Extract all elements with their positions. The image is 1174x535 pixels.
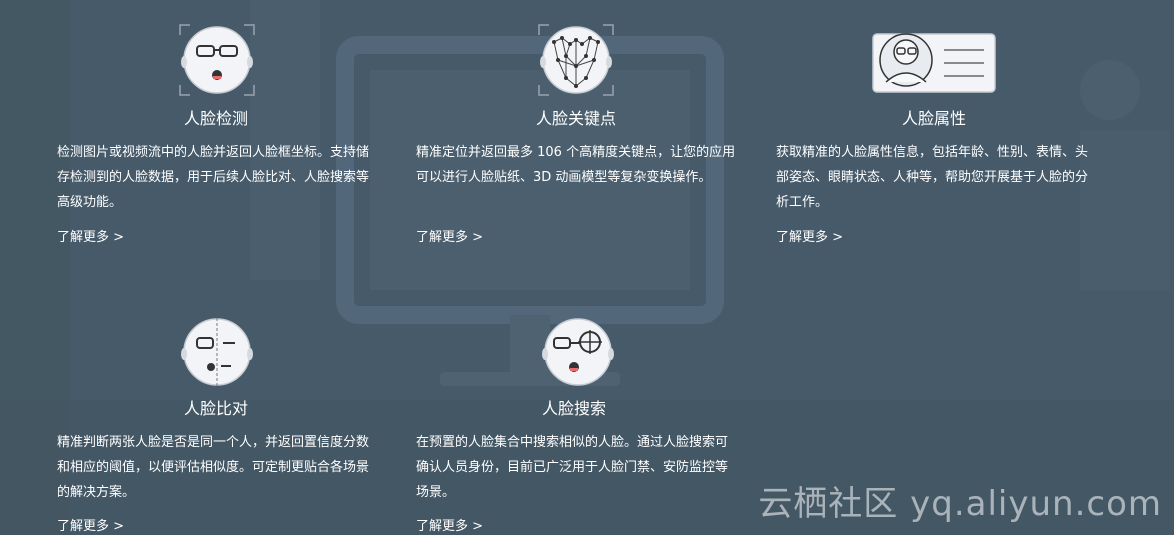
feature-card-face-compare: 人脸比对 精准判断两张人脸是否是同一个人，并返回置信度分数和相应的阈值，以便评估…: [57, 290, 377, 535]
learn-more-link[interactable]: 了解更多 >: [416, 226, 483, 245]
face-keypoints-icon: [536, 20, 616, 110]
feature-description: 检测图片或视频流中的人脸并返回人脸框坐标。支持储存检测到的人脸数据，用于后续人脸…: [57, 145, 370, 210]
face-compare-icon: [177, 312, 257, 402]
feature-card-face-keypoints: 人脸关键点 精准定位并返回最多 106 个高精度关键点，让您的应用可以进行人脸贴…: [416, 0, 736, 260]
site-watermark: 云栖社区 yq.aliyun.com: [758, 484, 1162, 524]
feature-description: 在预置的人脸集合中搜索相似的人脸。通过人脸搜索可确认人员身份，目前已广泛用于人脸…: [416, 435, 729, 500]
learn-more-link[interactable]: 了解更多 >: [416, 515, 483, 534]
feature-card-face-detection: 人脸检测 检测图片或视频流中的人脸并返回人脸框坐标。支持储存检测到的人脸数据，用…: [57, 0, 377, 260]
feature-title: 人脸关键点: [536, 109, 617, 128]
learn-more-link[interactable]: 了解更多 >: [57, 226, 124, 245]
feature-description: 精准判断两张人脸是否是同一个人，并返回置信度分数和相应的阈值，以便评估相似度。可…: [57, 435, 370, 500]
feature-title: 人脸检测: [184, 109, 249, 128]
learn-more-link[interactable]: 了解更多 >: [776, 226, 843, 245]
face-search-icon: [538, 312, 618, 402]
learn-more-link[interactable]: 了解更多 >: [57, 515, 124, 534]
feature-title: 人脸属性: [902, 109, 967, 128]
feature-title: 人脸比对: [184, 399, 249, 418]
feature-description: 精准定位并返回最多 106 个高精度关键点，让您的应用可以进行人脸贴纸、3D 动…: [416, 145, 736, 185]
face-detection-icon: [177, 20, 257, 110]
feature-card-face-attributes: 人脸属性 获取精准的人脸属性信息，包括年龄、性别、表情、头部姿态、眼睛状态、人种…: [776, 0, 1096, 260]
feature-description: 获取精准的人脸属性信息，包括年龄、性别、表情、头部姿态、眼睛状态、人种等，帮助您…: [776, 145, 1089, 210]
feature-title: 人脸搜索: [542, 399, 607, 418]
feature-card-face-search: 人脸搜索 在预置的人脸集合中搜索相似的人脸。通过人脸搜索可确认人员身份，目前已广…: [416, 290, 736, 535]
